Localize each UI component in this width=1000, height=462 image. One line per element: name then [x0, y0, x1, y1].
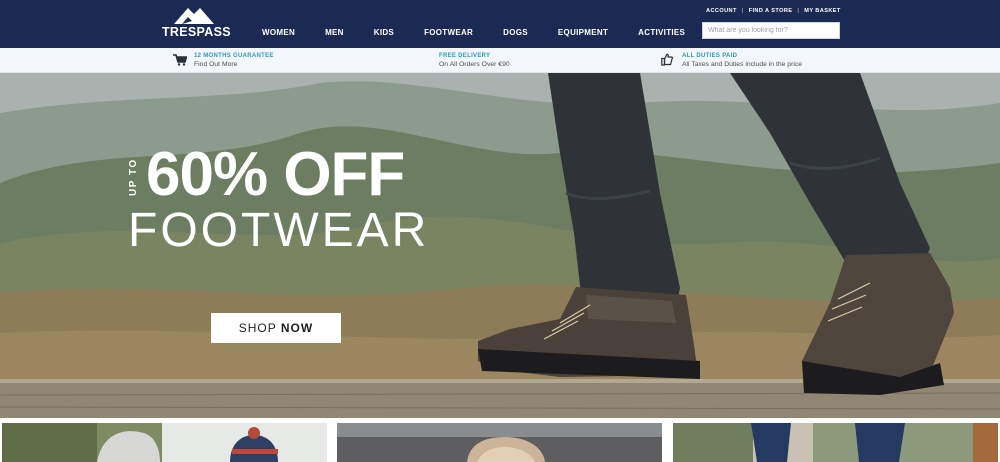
category-tile-2[interactable] [337, 423, 662, 462]
nav-item-women[interactable]: WOMEN [262, 28, 295, 40]
usp-delivery-title: FREE DELIVERY [439, 53, 491, 59]
category-tiles [0, 418, 1000, 462]
usp-guarantee-title: 12 MONTHS GUARANTEE [194, 53, 274, 59]
account-link[interactable]: ACCOUNT [706, 8, 737, 14]
thumbs-up-icon [661, 53, 673, 66]
search-input[interactable] [702, 22, 840, 39]
my-basket-link[interactable]: MY BASKET [804, 8, 840, 14]
nav-item-activities[interactable]: ACTIVITIES [638, 28, 685, 40]
usp-guarantee[interactable]: 12 MONTHS GUARANTEE Find Out More [194, 52, 274, 69]
promo-up-to-label: UP TO [128, 158, 139, 196]
find-a-store-link[interactable]: FIND A STORE [749, 8, 793, 14]
utility-separator: | [797, 8, 800, 14]
logo-text: TRESPASS [162, 25, 231, 39]
usp-duties-title: ALL DUTIES PAID [682, 53, 738, 59]
nav-item-dogs[interactable]: DOGS [503, 28, 528, 40]
nav-item-kids[interactable]: KIDS [374, 28, 394, 40]
trespass-logo[interactable]: TRESPASS [160, 8, 231, 39]
utility-links: ACCOUNT | FIND A STORE | MY BASKET [706, 8, 841, 14]
cart-icon [173, 54, 187, 66]
main-nav: WOMEN MEN KIDS FOOTWEAR DOGS EQUIPMENT A… [262, 28, 685, 40]
usp-delivery-subtitle: On All Orders Over €90 [439, 60, 510, 68]
promo-up-to: UP TO [128, 152, 140, 202]
nav-item-equipment[interactable]: EQUIPMENT [558, 28, 608, 40]
hero-banner[interactable]: UP TO 60% OFF FOOTWEAR SHOP NOW [0, 73, 1000, 418]
shop-now-label-regular: SHOP [238, 321, 281, 335]
usp-duties: ALL DUTIES PAID All Taxes and Duties inc… [682, 52, 802, 69]
category-tile-3[interactable] [673, 423, 998, 462]
category-tile-image [337, 423, 662, 462]
category-tile-image [2, 423, 327, 462]
logo-mountain-icon [174, 8, 214, 24]
nav-item-men[interactable]: MEN [325, 28, 344, 40]
category-tile-image [673, 423, 998, 462]
usp-delivery: FREE DELIVERY On All Orders Over €90 [439, 52, 510, 69]
usp-guarantee-subtitle: Find Out More [194, 60, 238, 68]
promo-subheadline: FOOTWEAR [128, 204, 430, 257]
promo-headline: 60% OFF [146, 140, 405, 209]
shop-now-label-bold: NOW [280, 321, 314, 335]
category-tile-1[interactable] [2, 423, 327, 462]
usp-duties-subtitle: All Taxes and Duties include in the pric… [682, 60, 803, 68]
usp-bar: 12 MONTHS GUARANTEE Find Out More FREE D… [0, 48, 1000, 73]
nav-item-footwear[interactable]: FOOTWEAR [424, 28, 473, 40]
site-header: TRESPASS WOMEN MEN KIDS FOOTWEAR DOGS EQ… [0, 0, 1000, 48]
shop-now-button[interactable]: SHOP NOW [211, 313, 341, 343]
utility-separator: | [741, 8, 744, 14]
